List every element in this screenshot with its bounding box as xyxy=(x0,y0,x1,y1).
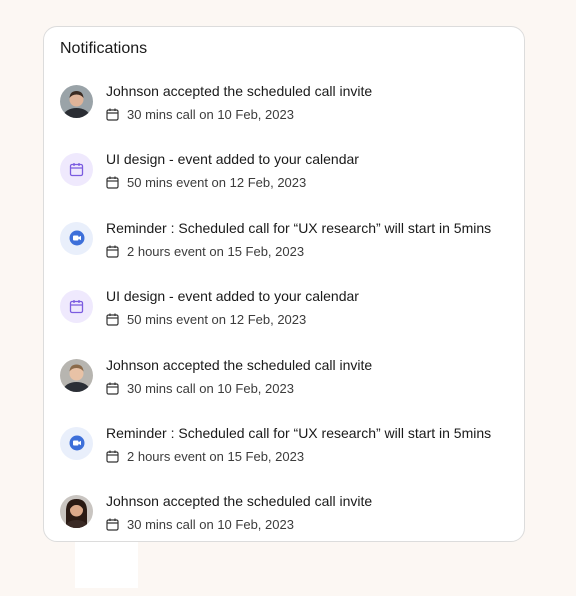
notifications-panel: Notifications Johnson accepted the sched… xyxy=(43,26,525,542)
notification-meta: 30 mins call on 10 Feb, 2023 xyxy=(106,517,294,532)
notification-meta-text: 2 hours event on 15 Feb, 2023 xyxy=(127,448,305,464)
notification-title: Johnson accepted the scheduled call invi… xyxy=(106,493,373,510)
notification-meta: 2 hours event on 15 Feb, 2023 xyxy=(106,244,304,259)
notification-meta-text: 30 mins call on 10 Feb, 2023 xyxy=(127,107,294,122)
notification-title: Johnson accepted the scheduled call invi… xyxy=(106,83,373,99)
notification-title: Reminder : Scheduled call for “UX resear… xyxy=(106,219,492,236)
notification-item[interactable]: Johnson accepted the scheduled call invi… xyxy=(44,83,524,151)
notification-meta-text: 50 mins event on 12 Feb, 2023 xyxy=(127,175,307,191)
notification-item[interactable]: Reminder : Scheduled call for “UX resear… xyxy=(44,425,524,493)
notification-title: UI design - event added to your calendar xyxy=(106,151,359,168)
video-call-icon xyxy=(60,426,93,460)
background-tile xyxy=(75,542,138,588)
calendar-icon xyxy=(106,382,119,395)
notification-meta-text: 50 mins event on 12 Feb, 2023 xyxy=(127,312,307,328)
calendar-icon xyxy=(106,245,119,258)
notification-item[interactable]: Johnson accepted the scheduled call invi… xyxy=(44,357,524,425)
notification-meta: 30 mins call on 10 Feb, 2023 xyxy=(106,107,294,122)
calendar-icon xyxy=(106,518,119,531)
notification-item[interactable]: Reminder : Scheduled call for “UX resear… xyxy=(44,220,524,288)
notification-item[interactable]: Johnson accepted the scheduled call invi… xyxy=(44,493,524,541)
calendar-icon xyxy=(60,290,93,324)
notification-item[interactable]: UI design - event added to your calendar… xyxy=(44,151,524,219)
notification-item[interactable]: UI design - event added to your calendar… xyxy=(44,288,524,356)
panel-title: Notifications xyxy=(60,40,148,57)
notification-meta-text: 2 hours event on 15 Feb, 2023 xyxy=(127,243,305,259)
calendar-icon xyxy=(106,313,119,326)
user-avatar xyxy=(60,495,93,529)
notification-title: Reminder : Scheduled call for “UX resear… xyxy=(106,424,492,441)
calendar-icon xyxy=(106,108,119,121)
notification-meta: 2 hours event on 15 Feb, 2023 xyxy=(106,449,304,464)
notification-title: Johnson accepted the scheduled call invi… xyxy=(106,356,373,373)
notification-meta-text: 30 mins call on 10 Feb, 2023 xyxy=(127,380,294,396)
video-call-icon xyxy=(60,221,93,255)
calendar-icon xyxy=(60,153,93,187)
notification-title: UI design - event added to your calendar xyxy=(106,288,359,305)
notification-meta: 50 mins event on 12 Feb, 2023 xyxy=(106,175,306,190)
user-avatar xyxy=(60,85,93,118)
notification-meta: 30 mins call on 10 Feb, 2023 xyxy=(106,381,294,396)
user-avatar xyxy=(60,358,93,392)
notification-list: Johnson accepted the scheduled call invi… xyxy=(44,83,524,541)
notification-meta: 50 mins event on 12 Feb, 2023 xyxy=(106,312,306,327)
notification-meta-text: 30 mins call on 10 Feb, 2023 xyxy=(127,517,294,533)
calendar-icon xyxy=(106,176,119,189)
calendar-icon xyxy=(106,450,119,463)
